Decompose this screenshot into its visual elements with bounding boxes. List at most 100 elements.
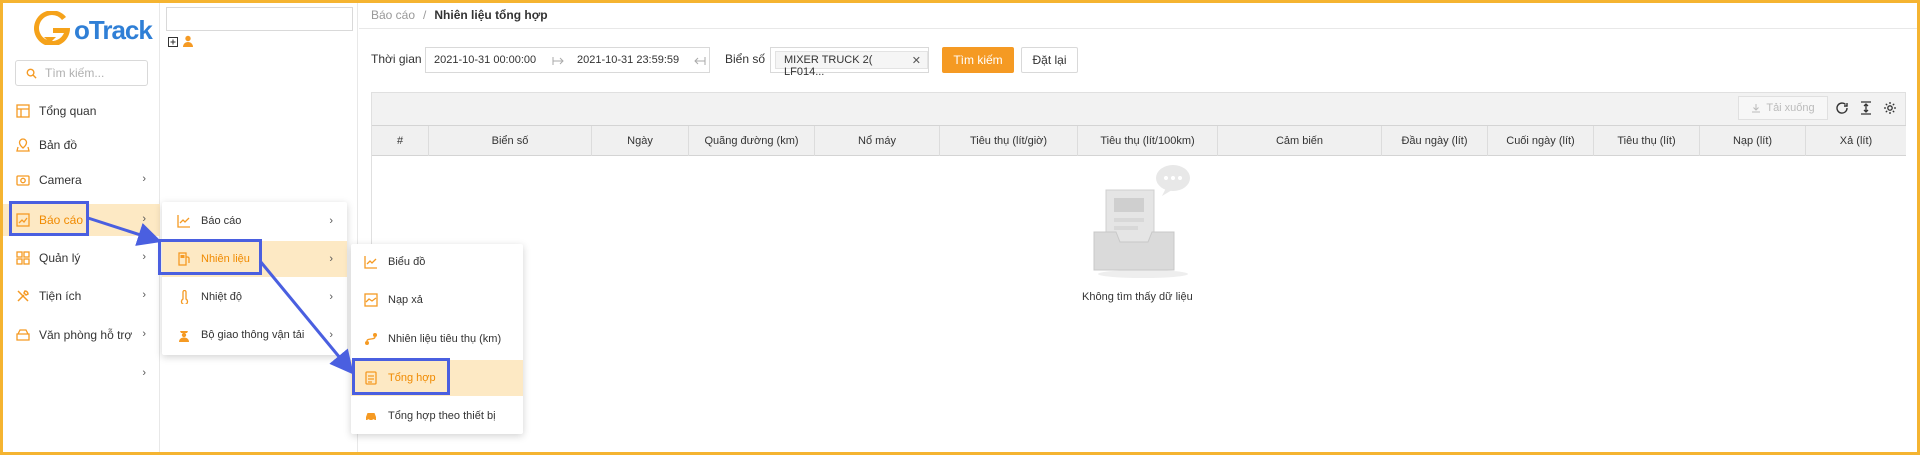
- column-header[interactable]: Nổ máy: [815, 126, 940, 156]
- column-header[interactable]: Biển số: [429, 126, 592, 156]
- chevron-right-icon: ›: [142, 251, 146, 263]
- column-header[interactable]: Đầu ngày (lít): [1382, 126, 1488, 156]
- date-range-picker[interactable]: 2021-10-31 00:00:00 2021-10-31 23:59:59: [425, 47, 710, 73]
- submenu-item-bao-cao[interactable]: Báo cáo ›: [162, 203, 347, 239]
- office-icon: [15, 327, 31, 343]
- time-label: Thời gian: [371, 52, 422, 66]
- plate-select[interactable]: MIXER TRUCK 2( LF014... ✕: [770, 47, 929, 78]
- submenu-item-label: Nhiên liệu tiêu thụ (km): [388, 333, 502, 345]
- chevron-right-icon: ›: [329, 291, 333, 303]
- sidebar-item-camera[interactable]: Camera ›: [3, 164, 160, 196]
- chevron-right-icon: ›: [142, 289, 146, 301]
- download-button[interactable]: Tải xuống: [1738, 96, 1828, 120]
- chevron-right-icon: ›: [329, 215, 333, 227]
- column-header[interactable]: Nạp (lít): [1700, 126, 1806, 156]
- user-group-icon: [183, 35, 193, 47]
- divider: [359, 28, 1917, 29]
- column-header[interactable]: Xả (lít): [1806, 126, 1906, 156]
- sidebar-search-input[interactable]: [45, 66, 145, 80]
- line-chart-icon: [363, 254, 379, 270]
- submenu-item-tong-hop-theo-thiet-bi[interactable]: Tổng hợp theo thiết bị: [351, 398, 523, 434]
- tools-icon: [15, 288, 31, 304]
- sidebar-search[interactable]: [15, 60, 148, 86]
- submenu-item-label: Nhiệt độ: [201, 291, 242, 303]
- close-icon[interactable]: ✕: [912, 54, 921, 67]
- submenu-item-nhien-lieu[interactable]: Nhiên liệu ›: [162, 241, 347, 277]
- submenu-item-label: Báo cáo: [201, 215, 242, 227]
- dashboard-icon: [15, 103, 31, 119]
- plate-label: Biển số: [725, 52, 766, 66]
- sidebar-item-label: Văn phòng hỗ trợ: [39, 328, 133, 342]
- search-icon: [26, 68, 37, 79]
- line-chart-icon: [176, 213, 192, 229]
- download-label: Tải xuống: [1766, 102, 1815, 114]
- report-submenu: Báo cáo › Nhiên liệu › Nhiệt độ › Bộ gia…: [162, 202, 347, 355]
- empty-box-icon: [1093, 165, 1190, 278]
- sidebar-item-tong-quan[interactable]: Tổng quan: [3, 95, 160, 127]
- chevron-right-icon: ›: [329, 253, 333, 265]
- submenu-item-bo-gtvt[interactable]: Bộ giao thông vận tải ›: [162, 317, 347, 353]
- settings-icon[interactable]: [1882, 100, 1898, 116]
- submenu-item-tong-hop[interactable]: Tổng hợp: [351, 360, 523, 396]
- submenu-item-label: Tổng hợp theo thiết bị: [388, 410, 496, 422]
- sidebar-collapse[interactable]: ›: [3, 358, 160, 390]
- column-header[interactable]: Tiêu thụ (lít): [1594, 126, 1700, 156]
- sidebar-item-tien-ich[interactable]: Tiện ích ›: [3, 280, 160, 312]
- logo-text: oTrack: [74, 15, 153, 45]
- submenu-item-label: Tổng hợp: [388, 372, 436, 384]
- apps-icon: [15, 250, 31, 266]
- search-button[interactable]: Tìm kiếm: [942, 47, 1014, 73]
- logo-g-icon: [34, 11, 71, 45]
- reset-button[interactable]: Đặt lại: [1021, 47, 1078, 73]
- sidebar-item-van-phong-ho-tro[interactable]: Văn phòng hỗ trợ ›: [3, 319, 160, 351]
- camera-icon: [15, 172, 31, 188]
- route-icon: [363, 331, 379, 347]
- breadcrumb: Báo cáo / Nhiên liệu tổng hợp: [371, 8, 548, 22]
- table-header: # Biển số Ngày Quãng đường (km) Nổ máy T…: [372, 126, 1906, 156]
- car-icon: [363, 408, 379, 424]
- app-logo[interactable]: oTrack: [30, 11, 153, 45]
- column-header[interactable]: Ngày: [592, 126, 689, 156]
- plate-tag-text: MIXER TRUCK 2( LF014...: [784, 54, 873, 78]
- sidebar-item-ban-do[interactable]: Bản đồ: [3, 129, 160, 161]
- submenu-item-nap-xa[interactable]: Nạp xả: [351, 282, 523, 318]
- submenu-item-nhiet-do[interactable]: Nhiệt độ ›: [162, 279, 347, 315]
- column-header[interactable]: Quãng đường (km): [689, 126, 815, 156]
- column-header[interactable]: #: [372, 126, 429, 156]
- expand-icon[interactable]: [168, 37, 178, 47]
- submenu-item-label: Biểu đồ: [388, 256, 426, 268]
- chevron-right-icon: ›: [142, 367, 146, 379]
- sidebar-item-label: Tổng quan: [39, 104, 97, 118]
- report-icon: [15, 212, 31, 228]
- column-header[interactable]: Cảm biến: [1218, 126, 1382, 156]
- column-header[interactable]: Cuối ngày (lít): [1488, 126, 1594, 156]
- sidebar-item-label: Báo cáo: [39, 213, 84, 227]
- sidebar-item-label: Tiện ích: [39, 289, 82, 303]
- breadcrumb-separator: /: [423, 8, 427, 22]
- start-date[interactable]: 2021-10-31 00:00:00: [434, 54, 536, 66]
- chevron-right-icon: ›: [329, 329, 333, 341]
- end-date[interactable]: 2021-10-31 23:59:59: [577, 54, 679, 66]
- map-icon: [15, 137, 31, 153]
- column-header[interactable]: Tiêu thụ (lít/100km): [1078, 126, 1218, 156]
- empty-state-text: Không tìm thấy dữ liệu: [1082, 291, 1193, 303]
- submenu-item-label: Nhiên liệu: [201, 253, 250, 265]
- range-end-icon: [694, 57, 706, 65]
- sidebar-item-bao-cao[interactable]: Báo cáo ›: [3, 204, 160, 236]
- sidebar-item-label: Quản lý: [39, 251, 81, 265]
- submenu-item-bieu-do[interactable]: Biểu đồ: [351, 244, 523, 280]
- area-chart-icon: [363, 292, 379, 308]
- range-start-icon: [552, 57, 564, 65]
- sidebar-item-label: Bản đồ: [39, 138, 78, 152]
- sidebar-item-label: Camera: [39, 173, 82, 187]
- breadcrumb-parent[interactable]: Báo cáo: [371, 8, 415, 22]
- thermometer-icon: [176, 289, 192, 305]
- sidebar: oTrack Tổng quan Bản đồ Camera › Báo cáo…: [3, 3, 160, 452]
- fuel-submenu: Biểu đồ Nạp xả Nhiên liệu tiêu thụ (km) …: [351, 244, 523, 434]
- submenu-item-nhien-lieu-tieu-thu[interactable]: Nhiên liệu tiêu thụ (km): [351, 321, 523, 357]
- sidebar-item-quan-ly[interactable]: Quản lý ›: [3, 242, 160, 274]
- refresh-icon[interactable]: [1834, 100, 1850, 116]
- column-height-icon[interactable]: [1858, 100, 1874, 116]
- column-header[interactable]: Tiêu thụ (lít/giờ): [940, 126, 1078, 156]
- tree-search-input[interactable]: [166, 7, 353, 31]
